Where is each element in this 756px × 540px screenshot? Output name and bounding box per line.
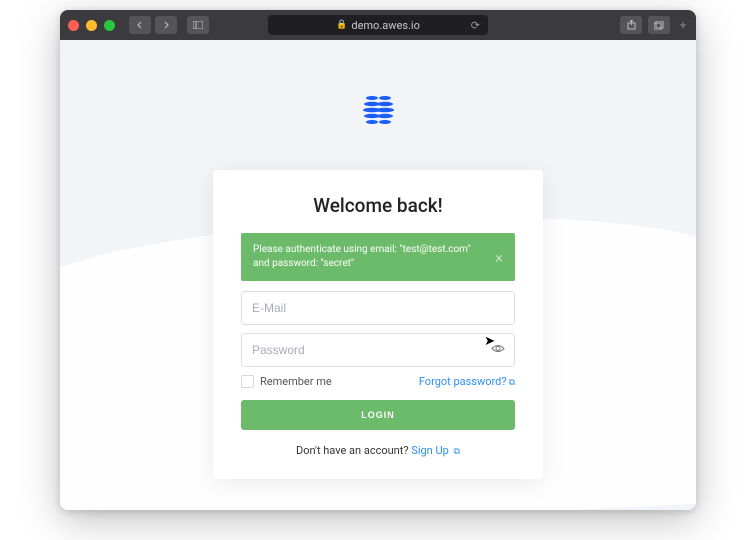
info-alert: Please authenticate using email: "test@t… — [241, 233, 515, 281]
reload-button[interactable]: ⟳ — [471, 19, 480, 32]
url-text: demo.awes.io — [351, 19, 419, 32]
eye-icon[interactable] — [491, 343, 505, 358]
back-button[interactable] — [129, 16, 151, 34]
page-viewport: Welcome back! Please authenticate using … — [60, 40, 696, 510]
external-link-icon: ⧉ — [454, 447, 460, 457]
remember-checkbox[interactable] — [241, 375, 254, 388]
email-field-wrap — [241, 291, 515, 325]
maximize-window-button[interactable] — [104, 20, 115, 31]
address-bar[interactable]: 🔒 demo.awes.io ⟳ — [268, 15, 488, 35]
password-field-wrap — [241, 333, 515, 367]
minimize-window-button[interactable] — [86, 20, 97, 31]
sidebar-toggle-button[interactable] — [187, 16, 209, 34]
options-row: Remember me Forgot password?⧉ — [241, 375, 515, 388]
alert-text: Please authenticate using email: "test@t… — [253, 244, 471, 269]
lock-icon: 🔒 — [336, 20, 347, 30]
signup-prompt: Don't have an account? — [296, 444, 409, 457]
browser-window: 🔒 demo.awes.io ⟳ + — [60, 10, 696, 510]
browser-titlebar: 🔒 demo.awes.io ⟳ + — [60, 10, 696, 40]
nav-buttons — [129, 16, 177, 34]
close-window-button[interactable] — [68, 20, 79, 31]
login-card: Welcome back! Please authenticate using … — [213, 170, 543, 479]
forgot-password-link[interactable]: Forgot password? — [419, 375, 507, 388]
external-link-icon: ⧉ — [509, 378, 515, 388]
new-tab-button[interactable]: + — [676, 18, 690, 32]
login-button[interactable]: LOGIN — [241, 400, 515, 430]
password-input[interactable] — [241, 333, 515, 367]
email-input[interactable] — [241, 291, 515, 325]
remember-label: Remember me — [260, 375, 332, 388]
remember-me[interactable]: Remember me — [241, 375, 332, 388]
forward-button[interactable] — [155, 16, 177, 34]
share-button[interactable] — [620, 16, 642, 34]
card-title: Welcome back! — [241, 194, 515, 217]
window-controls — [68, 20, 115, 31]
signup-row: Don't have an account? Sign Up ⧉ — [241, 444, 515, 457]
brand-logo — [358, 90, 398, 130]
signup-link[interactable]: Sign Up — [411, 444, 449, 457]
close-icon[interactable]: × — [491, 249, 507, 265]
tabs-button[interactable] — [648, 16, 670, 34]
